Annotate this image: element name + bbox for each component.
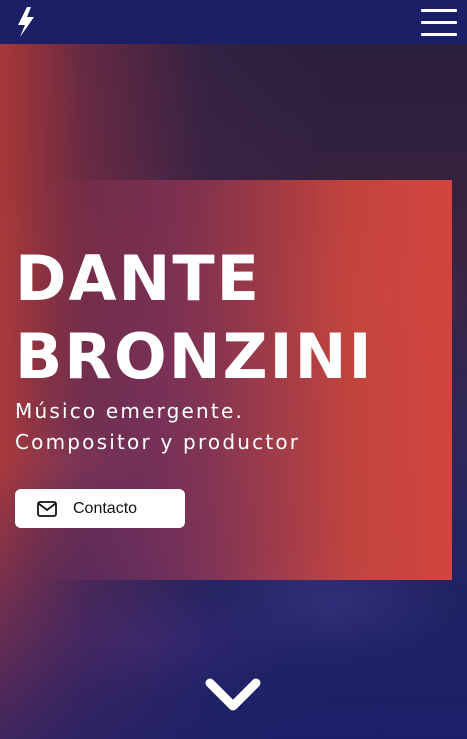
- envelope-icon: [37, 500, 57, 517]
- lightning-bolt-icon[interactable]: [14, 6, 38, 38]
- hamburger-menu-icon[interactable]: [421, 9, 457, 37]
- chevron-down-icon[interactable]: [204, 675, 262, 715]
- top-navbar: [0, 0, 467, 44]
- artist-name-line: DANTE: [15, 242, 261, 315]
- hero-section: DANTE BRONZINI Músico emergente. Composi…: [0, 44, 467, 739]
- artist-name-line: BRONZINI: [15, 320, 374, 393]
- menu-bar: [421, 21, 457, 24]
- tagline-line: Compositor y productor: [15, 430, 301, 454]
- artist-name: DANTE BRONZINI: [15, 240, 374, 396]
- contact-button[interactable]: Contacto: [15, 489, 185, 528]
- contact-button-label: Contacto: [73, 499, 138, 517]
- menu-bar: [421, 33, 457, 36]
- menu-bar: [421, 9, 457, 12]
- tagline-line: Músico emergente.: [15, 399, 245, 423]
- artist-tagline: Músico emergente. Compositor y productor: [15, 396, 300, 458]
